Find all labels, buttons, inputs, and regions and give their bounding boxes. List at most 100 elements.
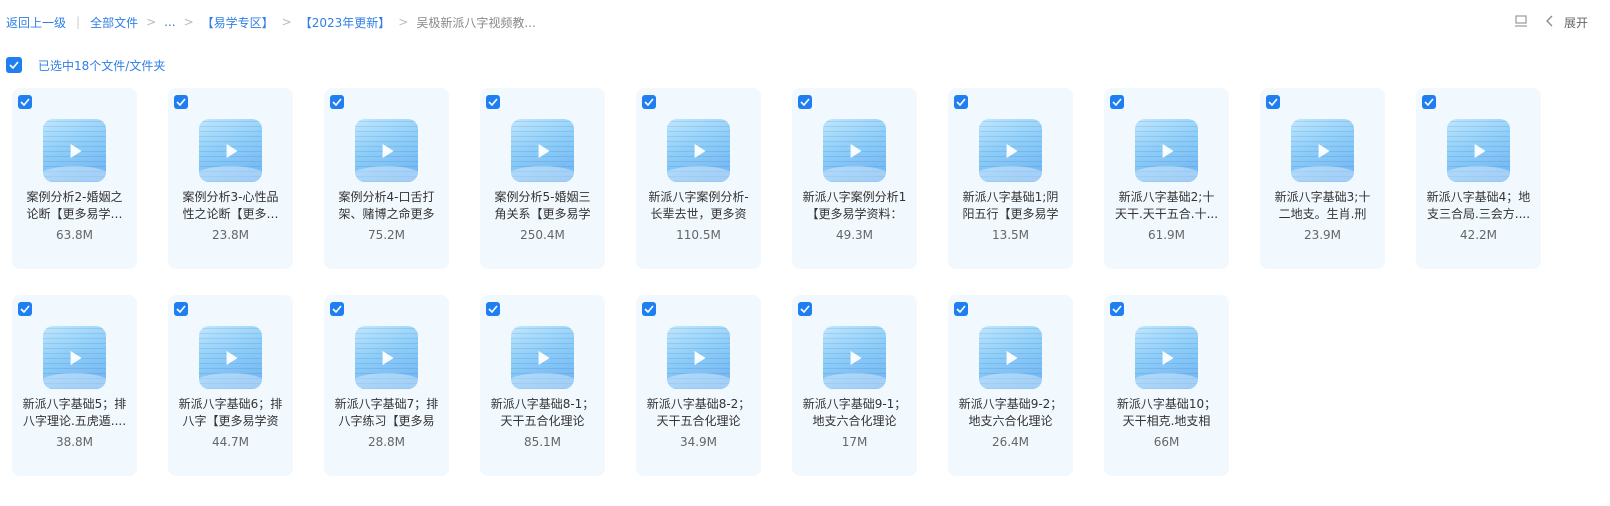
video-thumbnail [667, 326, 730, 389]
play-icon [1162, 143, 1174, 158]
file-size: 61.9M [1147, 228, 1186, 242]
file-checkbox[interactable] [486, 302, 500, 316]
file-size: 49.3M [835, 228, 874, 242]
file-grid: 案例分析2-婚姻之论断【更多易学资料 63.8M 案例分析3-心性品性之论断【更… [12, 88, 1541, 476]
file-size: 42.2M [1459, 228, 1498, 242]
file-checkbox[interactable] [330, 95, 344, 109]
play-icon [226, 143, 238, 158]
play-icon [70, 143, 82, 158]
file-checkbox[interactable] [18, 302, 32, 316]
file-name: 案例分析3-心性品性之论断【更多易学 [182, 190, 279, 221]
file-card[interactable]: 新派八字基础3;十二地支。生肖.刑 23.9M [1260, 88, 1385, 269]
video-thumbnail [1291, 119, 1354, 182]
file-card[interactable]: 新派八字基础8-1；天干五合化理论 85.1M [480, 295, 605, 476]
file-checkbox[interactable] [642, 302, 656, 316]
file-checkbox[interactable] [486, 95, 500, 109]
play-icon [538, 350, 550, 365]
file-size: 38.8M [55, 435, 94, 449]
video-thumbnail [43, 326, 106, 389]
file-card[interactable]: 新派八字基础4；地支三合局.三会方.... 42.2M [1416, 88, 1541, 269]
file-card[interactable]: 新派八字基础10；天干相克.地支相 66M [1104, 295, 1229, 476]
crumb-2023[interactable]: 【2023年更新】 [300, 14, 391, 31]
back-link[interactable]: 返回上一级 [6, 14, 66, 31]
file-name: 新派八字基础2;十天干.天干五合.十... [1114, 190, 1219, 221]
file-checkbox[interactable] [330, 302, 344, 316]
file-card[interactable]: 新派八字基础9-2；地支六合化理论 26.4M [948, 295, 1073, 476]
video-thumbnail [823, 326, 886, 389]
video-thumbnail [355, 119, 418, 182]
select-all-checkbox[interactable] [6, 57, 22, 73]
selection-count: 已选中18个文件/文件夹 [38, 58, 166, 73]
file-size: 28.8M [367, 435, 406, 449]
video-thumbnail [511, 326, 574, 389]
file-size: 17M [841, 435, 868, 449]
video-thumbnail [979, 119, 1042, 182]
file-size: 26.4M [991, 435, 1030, 449]
file-name: 新派八字基础8-2；天干五合化理论 [646, 397, 751, 428]
file-name: 新派八字基础9-1；地支六合化理论 [802, 397, 907, 428]
play-icon [1006, 143, 1018, 158]
file-checkbox[interactable] [174, 302, 188, 316]
file-card[interactable]: 新派八字基础5；排八字理论.五虎遁.... 38.8M [12, 295, 137, 476]
crumb-all-files[interactable]: 全部文件 [90, 14, 138, 31]
file-size: 110.5M [676, 228, 721, 242]
file-checkbox[interactable] [798, 95, 812, 109]
file-checkbox[interactable] [954, 95, 968, 109]
file-name: 案例分析4-口舌打架、赌博之命更多 [338, 190, 435, 221]
file-size: 34.9M [679, 435, 718, 449]
file-checkbox[interactable] [18, 95, 32, 109]
file-card[interactable]: 新派八字基础1;阴阳五行【更多易学 13.5M [948, 88, 1073, 269]
file-card[interactable]: 新派八字基础6；排八字【更多易学资 44.7M [168, 295, 293, 476]
file-name: 新派八字基础4；地支三合局.三会方.... [1426, 190, 1531, 221]
video-thumbnail [1447, 119, 1510, 182]
chevron-right-icon: > [146, 15, 157, 29]
file-card[interactable]: 新派八字基础2;十天干.天干五合.十... 61.9M [1104, 88, 1229, 269]
video-thumbnail [355, 326, 418, 389]
file-name: 案例分析2-婚姻之论断【更多易学资料 [26, 190, 123, 221]
file-checkbox[interactable] [798, 302, 812, 316]
play-icon [850, 350, 862, 365]
file-card[interactable]: 新派八字基础8-2；天干五合化理论 34.9M [636, 295, 761, 476]
file-card[interactable]: 新派八字基础7；排八字练习【更多易 28.8M [324, 295, 449, 476]
chevron-right-icon: > [281, 15, 292, 29]
file-name: 新派八字基础1;阴阳五行【更多易学 [962, 190, 1059, 221]
expand-button[interactable]: 展开 [1546, 14, 1588, 31]
play-icon [1318, 143, 1330, 158]
file-card[interactable]: 新派八字案例分析1【更多易学资料： 49.3M [792, 88, 917, 269]
file-name: 新派八字基础5；排八字理论.五虎遁.... [22, 397, 127, 428]
video-thumbnail [667, 119, 730, 182]
video-thumbnail [1135, 119, 1198, 182]
file-name: 案例分析5-婚姻三角关系【更多易学 [494, 190, 591, 221]
chevron-right-icon: > [183, 15, 194, 29]
file-checkbox[interactable] [954, 302, 968, 316]
file-checkbox[interactable] [642, 95, 656, 109]
file-size: 13.5M [991, 228, 1030, 242]
file-card[interactable]: 新派八字基础9-1；地支六合化理论 17M [792, 295, 917, 476]
crumb-yixue[interactable]: 【易学专区】 [202, 14, 274, 31]
file-size: 44.7M [211, 435, 250, 449]
file-name: 新派八字基础9-2；地支六合化理论 [958, 397, 1063, 428]
file-checkbox[interactable] [1110, 95, 1124, 109]
video-thumbnail [979, 326, 1042, 389]
play-icon [694, 350, 706, 365]
file-card[interactable]: 案例分析4-口舌打架、赌博之命更多 75.2M [324, 88, 449, 269]
file-card[interactable]: 案例分析3-心性品性之论断【更多易学 23.8M [168, 88, 293, 269]
layout-toggle-icon[interactable] [1514, 14, 1528, 31]
file-name: 新派八字基础7；排八字练习【更多易 [334, 397, 439, 428]
video-thumbnail [823, 119, 886, 182]
file-checkbox[interactable] [1266, 95, 1280, 109]
crumb-ellipsis[interactable]: ... [164, 15, 175, 29]
expand-label: 展开 [1563, 15, 1588, 30]
file-card[interactable]: 案例分析2-婚姻之论断【更多易学资料 63.8M [12, 88, 137, 269]
file-checkbox[interactable] [1110, 302, 1124, 316]
file-checkbox[interactable] [1422, 95, 1436, 109]
chevron-right-icon: > [398, 15, 409, 29]
video-thumbnail [1135, 326, 1198, 389]
file-name: 新派八字基础8-1；天干五合化理论 [490, 397, 595, 428]
crumb-current: 吴极新派八字视频教... [416, 15, 536, 30]
file-card[interactable]: 新派八字案例分析-长辈去世，更多资 110.5M [636, 88, 761, 269]
file-card[interactable]: 案例分析5-婚姻三角关系【更多易学 250.4M [480, 88, 605, 269]
file-size: 23.8M [211, 228, 250, 242]
play-icon [694, 143, 706, 158]
file-checkbox[interactable] [174, 95, 188, 109]
